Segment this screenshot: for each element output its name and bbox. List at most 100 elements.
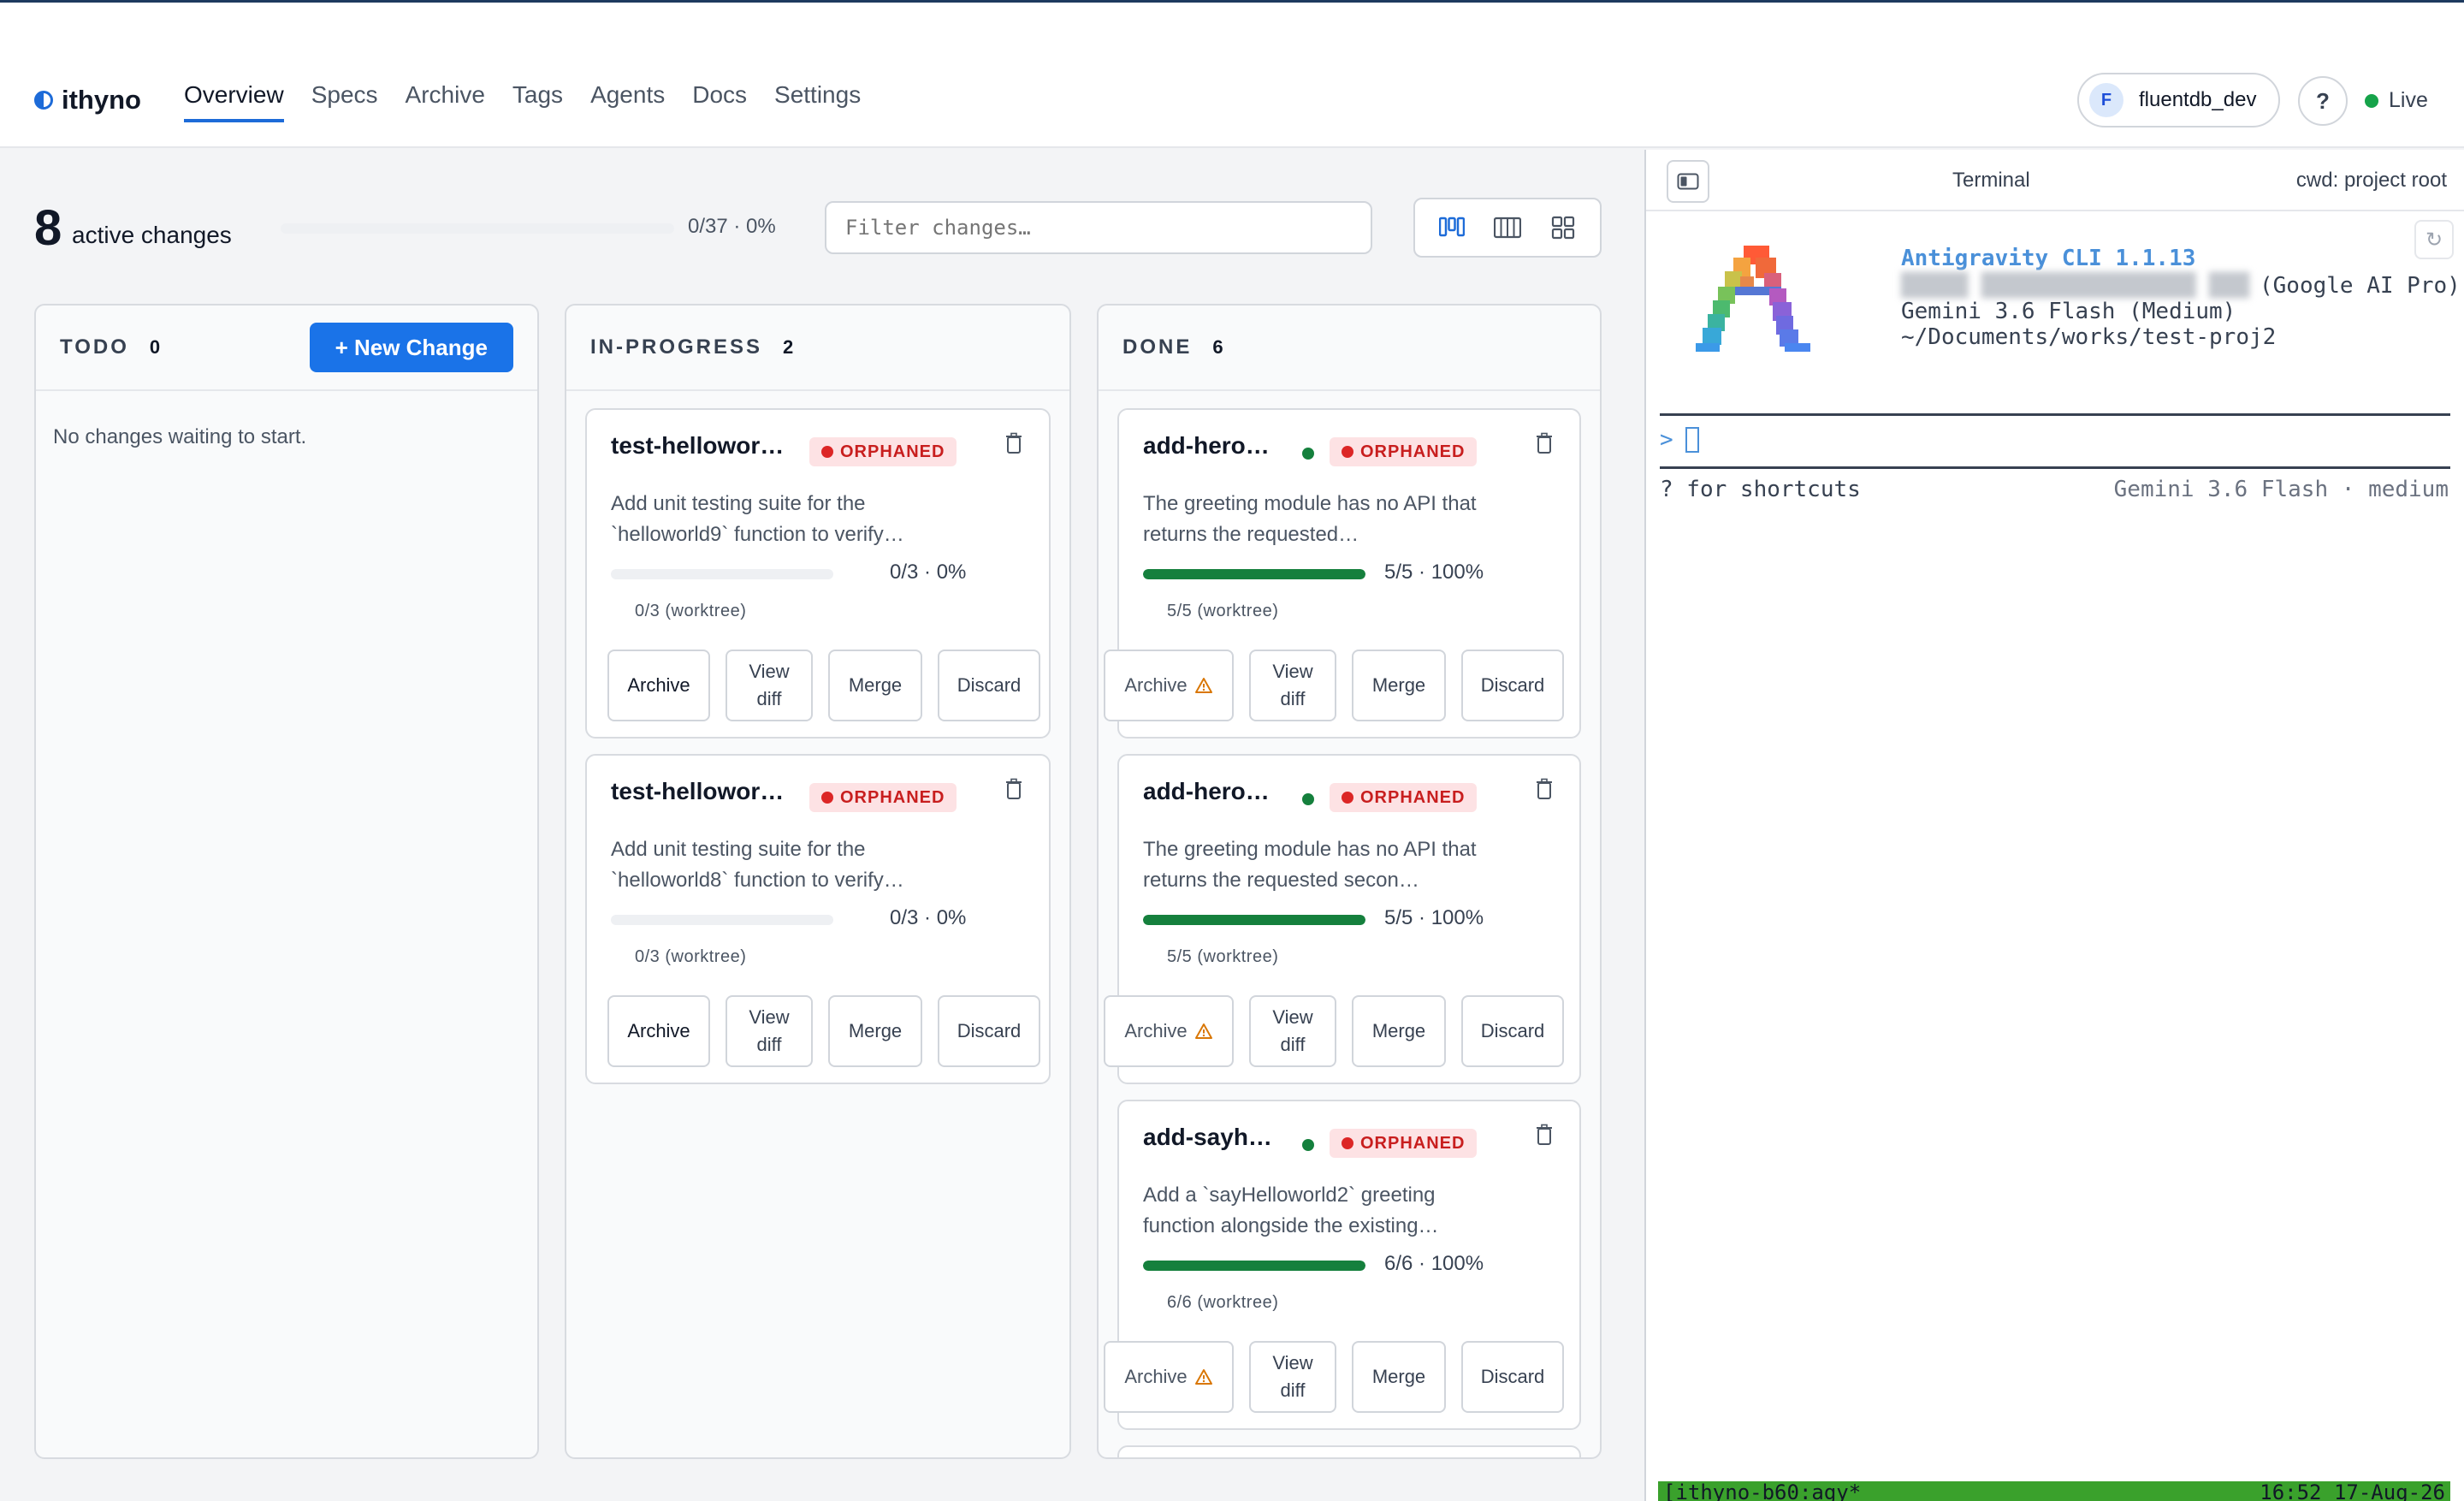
prompt-symbol: > <box>1660 427 1673 453</box>
card-worktree-status: 5/5 (worktree) <box>1167 602 1279 620</box>
merge-button[interactable]: Merge <box>1352 995 1446 1067</box>
view-diff-button[interactable]: View diff <box>1249 995 1336 1067</box>
column-title: IN-PROGRESS <box>590 335 763 359</box>
nav-tags[interactable]: Tags <box>512 81 563 122</box>
card-progress-text: 0/3 · 0% <box>890 906 967 929</box>
warning-icon <box>1194 1023 1212 1039</box>
help-button[interactable]: ? <box>2298 76 2348 126</box>
merge-button[interactable]: Merge <box>1352 650 1446 721</box>
card-progress-fill <box>1143 1261 1365 1271</box>
view-diff-button[interactable]: View diff <box>726 995 813 1067</box>
active-count-label: active changes <box>72 222 232 248</box>
card-worktree-status: 6/6 (worktree) <box>1167 1293 1279 1312</box>
change-card[interactable]: add-hero… ORPHANED The greeting module h… <box>1104 754 1581 1084</box>
overall-progress-text: 0/37 · 0% <box>688 215 776 238</box>
view-mode-toggle <box>1413 198 1602 258</box>
card-title: add-sayh… <box>1143 1124 1272 1150</box>
orphaned-dot-icon <box>1342 446 1353 458</box>
view-diff-button[interactable]: View diff <box>1249 650 1336 721</box>
card-progress-bar <box>1143 1261 1365 1271</box>
archive-button[interactable]: Archive <box>607 995 710 1067</box>
orphaned-badge: ORPHANED <box>809 437 957 466</box>
archive-button[interactable]: Archive <box>1104 995 1234 1067</box>
card-description: Add unit testing suite for the `hellowor… <box>611 838 904 892</box>
refresh-icon[interactable]: ↻ <box>2414 220 2454 259</box>
user-menu-button[interactable]: F fluentdb_dev <box>2077 73 2281 128</box>
app-name: ithyno <box>62 85 141 115</box>
change-card[interactable]: add-sayh… ORPHANED Add a `sayHelloworld2… <box>1104 1100 1581 1430</box>
discard-button[interactable]: Discard <box>1461 995 1564 1067</box>
trash-icon[interactable] <box>1535 778 1554 800</box>
merge-button[interactable]: Merge <box>828 650 922 721</box>
trash-icon[interactable] <box>1535 432 1554 454</box>
card-title: add-hero… <box>1143 432 1270 459</box>
column-title: TODO <box>60 335 129 359</box>
archive-button[interactable]: Archive <box>1104 1341 1234 1413</box>
column-done: DONE 6 add-hero… ORPHANED The greeting m… <box>1097 304 1602 1459</box>
trash-icon[interactable] <box>1535 1124 1554 1146</box>
board-compact-icon[interactable] <box>1430 205 1474 250</box>
archive-button[interactable]: Archive <box>1104 650 1234 721</box>
prompt-bottom-rule <box>1660 466 2450 469</box>
change-card[interactable]: test-hellowor… ORPHANED Add unit testing… <box>585 408 1051 739</box>
card-worktree-status: 5/5 (worktree) <box>1167 947 1279 966</box>
nav-agents[interactable]: Agents <box>590 81 665 122</box>
new-change-button[interactable]: + New Change <box>309 323 513 372</box>
nav-overview[interactable]: Overview <box>184 81 284 122</box>
archive-label: Archive <box>1124 1366 1188 1387</box>
trash-icon[interactable] <box>1004 432 1023 454</box>
archive-button[interactable]: Archive <box>607 650 710 721</box>
card-worktree-status: 0/3 (worktree) <box>635 602 747 620</box>
board-columns-icon[interactable] <box>1485 205 1530 250</box>
nav-settings[interactable]: Settings <box>774 81 861 122</box>
discard-button[interactable]: Discard <box>1461 1341 1564 1413</box>
terminal-prompt[interactable]: > <box>1660 427 1699 453</box>
card-progress-fill <box>1143 915 1365 925</box>
top-bar: ithyno Overview Specs Archive Tags Agent… <box>0 3 2464 148</box>
discard-button[interactable]: Discard <box>938 995 1040 1067</box>
terminal-cwd: cwd: project root <box>2295 169 2447 192</box>
card-title: test-hellowor… <box>611 778 785 804</box>
card-progress-bar <box>1143 915 1365 925</box>
app-logo[interactable]: ithyno <box>34 85 141 116</box>
nav-docs[interactable]: Docs <box>692 81 747 122</box>
shortcuts-hint: ? for shortcuts <box>1660 477 1861 502</box>
live-indicator: Live <box>2365 88 2428 113</box>
view-diff-button[interactable]: View diff <box>726 650 813 721</box>
badge-label: ORPHANED <box>840 787 945 807</box>
change-card[interactable]: test-hellowor… ORPHANED Add unit testing… <box>585 754 1051 1084</box>
orphaned-badge: ORPHANED <box>1330 1129 1478 1158</box>
app-window: ithyno Overview Specs Archive Tags Agent… <box>0 0 2464 1501</box>
card-title: add-hero… <box>1143 778 1270 804</box>
trash-icon[interactable] <box>1004 778 1023 800</box>
badge-label: ORPHANED <box>1360 1133 1466 1153</box>
cli-model: Gemini 3.6 Flash (Medium) <box>1901 299 2236 324</box>
discard-button[interactable]: Discard <box>938 650 1040 721</box>
card-actions: Archive View diff Merge Discard <box>607 995 1040 1067</box>
change-card[interactable]: add-hero… ORPHANED The greeting module h… <box>1104 408 1581 739</box>
grid-icon[interactable] <box>1541 205 1585 250</box>
column-header: DONE 6 <box>1099 306 1600 391</box>
nav-archive[interactable]: Archive <box>406 81 485 122</box>
active-count: 8 <box>34 200 62 256</box>
card-actions: Archive View diff Merge Discard <box>607 650 1040 721</box>
discard-button[interactable]: Discard <box>1461 650 1564 721</box>
card-title: test-hellowor… <box>611 432 785 459</box>
change-card-partial[interactable] <box>1117 1445 1581 1457</box>
merge-button[interactable]: Merge <box>828 995 922 1067</box>
filter-input[interactable] <box>825 201 1372 254</box>
logo-icon <box>34 91 53 110</box>
warning-icon <box>1194 1369 1212 1385</box>
card-description: The greeting module has no API that retu… <box>1143 838 1477 892</box>
live-status-dot <box>2365 93 2378 108</box>
text-cursor <box>1685 427 1699 453</box>
nav-specs[interactable]: Specs <box>311 81 378 122</box>
merge-button[interactable]: Merge <box>1352 1341 1446 1413</box>
archive-label: Archive <box>1124 1020 1188 1041</box>
terminal-header: Terminal cwd: project root <box>1646 150 2464 211</box>
orphaned-dot-icon <box>1342 1137 1353 1149</box>
sidebar-toggle-icon[interactable] <box>1667 160 1709 203</box>
card-actions: Archive View diff Merge Discard <box>1104 1341 1564 1413</box>
view-diff-button[interactable]: View diff <box>1249 1341 1336 1413</box>
column-in-progress: IN-PROGRESS 2 test-hellowor… ORPHANED Ad… <box>565 304 1071 1459</box>
